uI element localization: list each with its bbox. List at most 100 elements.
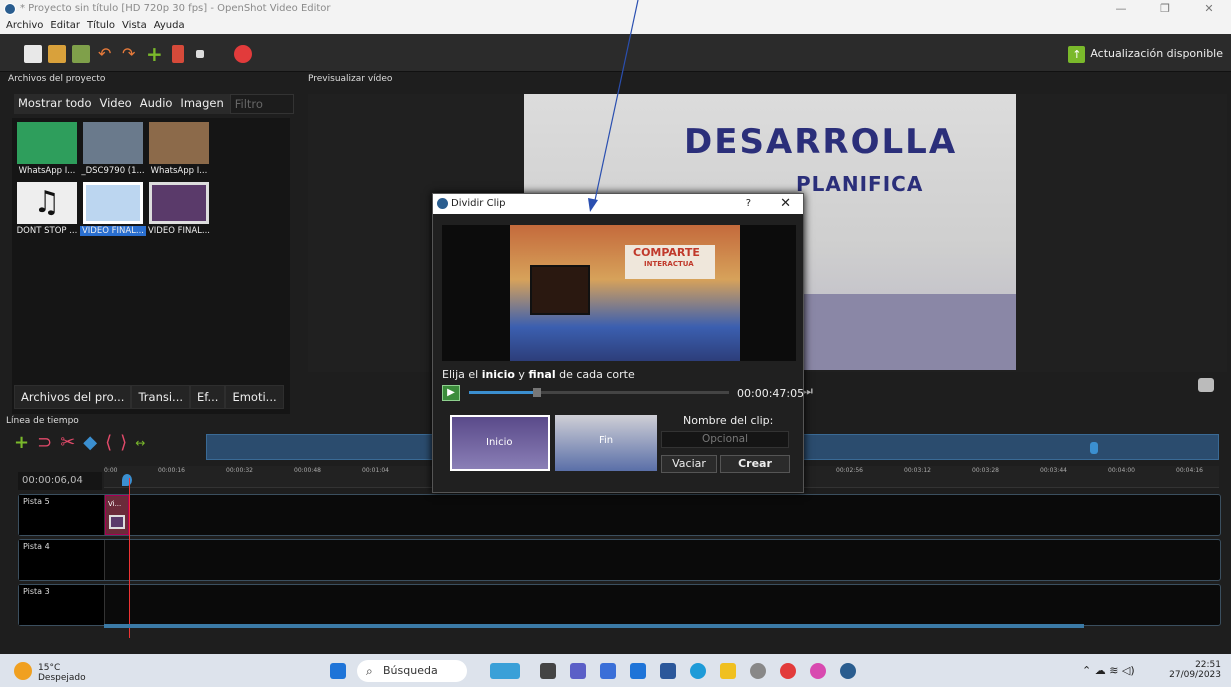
ruler-label: 00:02:56 bbox=[836, 467, 863, 474]
timeline-clip[interactable]: Vi... bbox=[105, 495, 129, 535]
track-name: Pista 3 bbox=[19, 585, 105, 625]
filter-audio[interactable]: Audio bbox=[136, 94, 177, 114]
add-marker-icon[interactable]: ◆ bbox=[83, 432, 97, 454]
track-pista-3[interactable]: Pista 3 bbox=[18, 584, 1221, 626]
ruler-label: 00:01:04 bbox=[362, 467, 389, 474]
open-project-icon[interactable] bbox=[48, 45, 66, 63]
clear-button[interactable]: Vaciar bbox=[661, 455, 717, 473]
slider-handle[interactable] bbox=[533, 388, 541, 397]
save-project-icon[interactable] bbox=[72, 45, 90, 63]
chrome-icon[interactable] bbox=[780, 663, 796, 679]
clip-name-label: Nombre del clip: bbox=[683, 414, 774, 427]
split-clip-dialog: Dividir Clip ? ✕ COMPARTE INTERACTUA Eli… bbox=[432, 193, 804, 493]
filter-input[interactable]: Filtro bbox=[229, 94, 294, 114]
file-item[interactable]: WhatsApp I... bbox=[146, 122, 212, 176]
help-button[interactable]: ? bbox=[746, 194, 751, 214]
tab-emojis[interactable]: Emoti... bbox=[225, 385, 284, 409]
taskbar-search[interactable]: ⌕ Búsqueda bbox=[357, 660, 467, 682]
close-dialog-icon[interactable]: ✕ bbox=[780, 194, 791, 214]
openshot-taskbar-icon[interactable] bbox=[840, 663, 856, 679]
choose-instruction: Elija el inicio y final de cada corte bbox=[442, 368, 635, 381]
previous-marker-icon[interactable]: ⟨ bbox=[105, 432, 112, 454]
app-icon[interactable] bbox=[600, 663, 616, 679]
menu-editar[interactable]: Editar bbox=[50, 18, 80, 34]
file-thumbnail bbox=[149, 182, 209, 224]
ruler-label: 00:03:28 bbox=[972, 467, 999, 474]
tab-effects[interactable]: Ef... bbox=[190, 385, 226, 409]
app-icon[interactable] bbox=[630, 663, 646, 679]
razor-icon[interactable]: ✂ bbox=[60, 432, 75, 454]
play-button[interactable]: ▶ bbox=[442, 385, 460, 401]
maximize-button[interactable]: ❐ bbox=[1143, 0, 1187, 18]
weather-widget[interactable]: 15°C Despejado bbox=[38, 663, 86, 683]
center-timeline-icon[interactable]: ↔ bbox=[135, 432, 145, 454]
word-icon[interactable] bbox=[660, 663, 676, 679]
project-files-header: Archivos del proyecto bbox=[8, 74, 106, 84]
track-pista-5[interactable]: Pista 5 Vi... bbox=[18, 494, 1221, 536]
edge-icon[interactable] bbox=[690, 663, 706, 679]
windows-start-icon[interactable] bbox=[330, 663, 346, 679]
chat-icon[interactable] bbox=[570, 663, 586, 679]
file-item[interactable]: ♫ DONT STOP ... bbox=[14, 182, 80, 236]
timeline-scrollbar[interactable] bbox=[104, 624, 1084, 628]
clip-name-input[interactable]: Opcional bbox=[661, 431, 789, 448]
widgets-icon[interactable] bbox=[490, 663, 520, 679]
profile-icon[interactable] bbox=[172, 45, 184, 63]
search-icon: ⌕ bbox=[366, 664, 373, 678]
tab-transitions[interactable]: Transi... bbox=[131, 385, 191, 409]
export-video-icon[interactable] bbox=[234, 45, 252, 63]
ruler-label: 00:00:16 bbox=[158, 467, 185, 474]
filter-image[interactable]: Imagen bbox=[176, 94, 227, 114]
zoom-handle[interactable] bbox=[1090, 442, 1098, 454]
dialog-video-preview: COMPARTE INTERACTUA bbox=[442, 225, 796, 361]
magnet-icon[interactable]: ⊃ bbox=[37, 432, 52, 454]
redo-icon[interactable]: ↷ bbox=[122, 45, 140, 63]
ruler-label: 0:00 bbox=[104, 467, 118, 474]
file-item[interactable]: _DSC9790 (1... bbox=[80, 122, 146, 176]
menu-ayuda[interactable]: Ayuda bbox=[154, 18, 185, 34]
video-frame-text: INTERACTUA bbox=[644, 260, 694, 268]
camera-icon[interactable] bbox=[1198, 378, 1214, 392]
menu-vista[interactable]: Vista bbox=[122, 18, 147, 34]
create-button[interactable]: Crear bbox=[720, 455, 790, 473]
position-slider[interactable] bbox=[469, 388, 729, 397]
timeline-timecode: 00:00:06,04 bbox=[18, 472, 102, 490]
menu-titulo[interactable]: Título bbox=[87, 18, 115, 34]
start-button[interactable]: Inicio bbox=[450, 415, 550, 471]
system-tray-icons[interactable]: ⌃ ☁ ≋ ◁) bbox=[1082, 664, 1135, 677]
fullscreen-icon[interactable] bbox=[196, 50, 204, 58]
task-view-icon[interactable] bbox=[540, 663, 556, 679]
file-item[interactable]: VIDEO FINAL... bbox=[146, 182, 212, 236]
filter-video[interactable]: Video bbox=[96, 94, 136, 114]
update-available-button[interactable]: ↑ Actualización disponible bbox=[1068, 46, 1223, 63]
sun-icon bbox=[14, 662, 32, 680]
menu-archivo[interactable]: Archivo bbox=[6, 18, 43, 34]
app-icon[interactable] bbox=[750, 663, 766, 679]
new-project-icon[interactable] bbox=[24, 45, 42, 63]
file-item[interactable]: WhatsApp I... bbox=[14, 122, 80, 176]
filter-show-all[interactable]: Mostrar todo bbox=[14, 94, 96, 114]
playhead-handle[interactable] bbox=[122, 474, 132, 486]
preview-header: Previsualizar vídeo bbox=[308, 74, 393, 84]
import-files-icon[interactable]: + bbox=[146, 44, 164, 64]
ruler-label: 00:04:00 bbox=[1108, 467, 1135, 474]
app-icon[interactable] bbox=[810, 663, 826, 679]
tab-project-files[interactable]: Archivos del pro... bbox=[14, 385, 132, 409]
file-explorer-icon[interactable] bbox=[720, 663, 736, 679]
dialog-title: Dividir Clip bbox=[451, 198, 506, 209]
close-window-button[interactable]: ✕ bbox=[1187, 0, 1231, 18]
music-note-icon: ♫ bbox=[17, 182, 77, 224]
panel-tabs: Archivos del pro... Transi... Ef... Emot… bbox=[14, 385, 284, 409]
minimize-button[interactable]: — bbox=[1099, 0, 1143, 18]
ruler-label: 00:04:16 bbox=[1176, 467, 1203, 474]
undo-icon[interactable]: ↶ bbox=[98, 45, 116, 63]
track-pista-4[interactable]: Pista 4 bbox=[18, 539, 1221, 581]
file-filter-tabs: Mostrar todo Video Audio Imagen Filtro bbox=[14, 94, 294, 114]
add-track-icon[interactable]: + bbox=[14, 432, 29, 454]
taskbar-clock[interactable]: 22:51 27/09/2023 bbox=[1169, 660, 1221, 680]
next-marker-icon[interactable]: ⟩ bbox=[120, 432, 127, 454]
end-button[interactable]: Fin bbox=[555, 415, 657, 471]
timeline-toolbar: + ⊃ ✂ ◆ ⟨ ⟩ ↔ bbox=[14, 432, 145, 454]
video-frame-text: COMPARTE bbox=[633, 246, 700, 259]
file-item-selected[interactable]: VIDEO FINAL... bbox=[80, 182, 146, 236]
